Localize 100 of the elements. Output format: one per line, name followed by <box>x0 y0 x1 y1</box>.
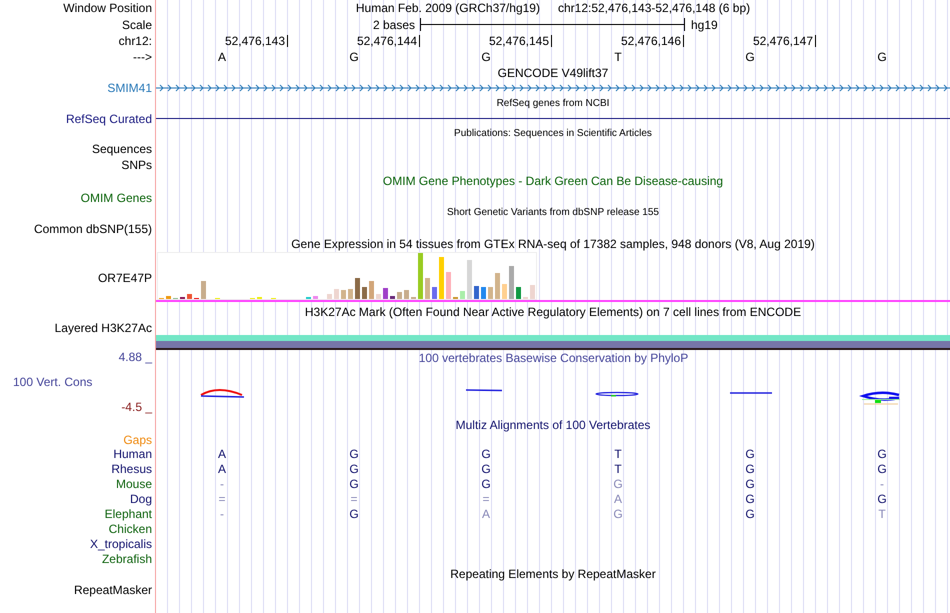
axis-min-label: -4.5 _ <box>121 400 152 414</box>
track-label[interactable]: Rhesus <box>111 462 152 474</box>
aligned-base: T <box>614 462 622 474</box>
aligned-base: G <box>877 492 887 504</box>
expression-bar <box>383 288 388 300</box>
expression-bar <box>432 287 437 300</box>
ruler-label: 52,476,147 <box>752 35 813 47</box>
track-label[interactable]: Common dbSNP(155) <box>34 222 152 234</box>
expression-bar <box>467 260 472 300</box>
tick-mark <box>551 35 552 47</box>
expression-bar <box>460 291 465 300</box>
aligned-base: G <box>613 508 623 520</box>
track-label[interactable]: RefSeq Curated <box>66 112 152 124</box>
expression-bar <box>516 287 521 300</box>
expression-bar <box>334 289 339 300</box>
aligned-base: A <box>482 508 490 520</box>
track-title: Repeating Elements by RepeatMasker <box>450 568 656 580</box>
aligned-base: G <box>745 508 755 520</box>
track-title: Short Genetic Variants from dbSNP release 155 <box>447 208 659 218</box>
track-label[interactable]: SMIM41 <box>107 82 152 94</box>
track-label[interactable]: Human <box>113 448 152 460</box>
track-label[interactable]: X_tropicalis <box>90 538 152 550</box>
aligned-base: G <box>745 462 755 474</box>
track-title: Gene Expression in 54 tissues from GTEx RNA-seq of 17382 samples, 948 donors (V8, Aug 2019) <box>291 238 815 250</box>
aligned-base: = <box>218 492 226 504</box>
ruler-label: 52,476,143 <box>224 35 285 47</box>
aligned-base: G <box>745 492 755 504</box>
aligned-base: A <box>218 462 226 474</box>
expression-bar <box>530 285 535 300</box>
track-label[interactable]: ---> <box>133 51 152 63</box>
tick-mark <box>683 35 684 47</box>
track-title: 100 vertebrates Basewise Conservation by PhyloP <box>418 352 688 364</box>
aligned-base: T <box>614 448 622 460</box>
aligned-base: G <box>481 462 491 474</box>
track-title: Multiz Alignments of 100 Vertebrates <box>456 419 650 431</box>
ruler-label: 52,476,144 <box>356 35 417 47</box>
aligned-base: G <box>349 462 359 474</box>
tick-mark <box>815 35 816 47</box>
expression-bar <box>390 296 395 300</box>
expression-bar <box>376 294 381 300</box>
expression-bar <box>404 290 409 300</box>
track-label[interactable]: chr12: <box>118 35 152 47</box>
expression-bar <box>327 294 332 300</box>
track-label[interactable]: OMIM Genes <box>80 192 152 204</box>
expression-bar <box>502 284 507 300</box>
expression-bar <box>341 290 346 300</box>
track-label[interactable]: SNPs <box>121 158 152 170</box>
sequence-base: A <box>218 51 226 63</box>
expression-bar <box>201 281 206 300</box>
expression-bar <box>418 253 423 300</box>
sequence-base: G <box>481 51 491 63</box>
expression-bar <box>362 287 367 300</box>
sequence-base: G <box>349 51 359 63</box>
ruler-label: 52,476,145 <box>488 35 549 47</box>
aligned-base: - <box>220 478 224 490</box>
aligned-base: G <box>877 448 887 460</box>
track-label[interactable]: Window Position <box>63 2 152 14</box>
expression-bar <box>446 272 451 300</box>
expression-bar <box>166 296 171 300</box>
aligned-base: G <box>349 508 359 520</box>
track-label[interactable]: Sequences <box>92 143 152 155</box>
aligned-base: T <box>878 508 886 520</box>
track-label[interactable]: RepeatMasker <box>74 584 152 596</box>
tick-mark <box>287 35 288 47</box>
expression-bar <box>313 296 318 300</box>
expression-bar <box>257 297 262 300</box>
track-label[interactable]: Chicken <box>108 522 152 534</box>
expression-bar <box>348 289 353 300</box>
aligned-base: = <box>350 492 358 504</box>
expression-bar <box>509 266 514 300</box>
aligned-base: - <box>880 478 884 490</box>
aligned-base: A <box>218 448 226 460</box>
expression-bar <box>523 297 528 300</box>
scale-length: 2 bases <box>372 18 415 30</box>
track-title: GENCODE V49lift37 <box>498 66 608 78</box>
track-title: Publications: Sequences in Scientific Articles <box>454 128 652 138</box>
track-label[interactable]: Scale <box>122 18 152 30</box>
expression-bar <box>306 297 311 300</box>
track-label[interactable]: Mouse <box>116 478 152 490</box>
expression-bar <box>453 297 458 300</box>
track-label[interactable]: Dog <box>130 492 152 504</box>
ruler-label: 52,476,146 <box>620 35 681 47</box>
aligned-base: G <box>877 462 887 474</box>
track-label[interactable]: Layered H3K27Ac <box>54 322 152 334</box>
track-label[interactable]: 100 Vert. Cons <box>0 376 92 388</box>
track-label[interactable]: OR7E47P <box>98 272 152 284</box>
aligned-base: = <box>482 492 490 504</box>
aligned-base: A <box>614 492 622 504</box>
expression-bar <box>474 286 479 300</box>
track-title: OMIM Gene Phenotypes - Dark Green Can Be Disease-causing <box>382 175 724 187</box>
track-label[interactable]: Elephant <box>104 508 152 520</box>
expression-bar <box>495 273 500 300</box>
assembly-label: hg19 <box>690 18 718 30</box>
assembly-name: Human Feb. 2009 (GRCh37/hg19) <box>356 2 540 14</box>
track-label[interactable]: Zebrafish <box>102 552 152 564</box>
tick-mark <box>419 35 420 47</box>
aligned-base: G <box>349 448 359 460</box>
aligned-base: G <box>481 478 491 490</box>
expression-bar <box>397 292 402 300</box>
track-title: H3K27Ac Mark (Often Found Near Active Regulatory Elements) on 7 cell lines from ENCODE <box>304 306 802 318</box>
